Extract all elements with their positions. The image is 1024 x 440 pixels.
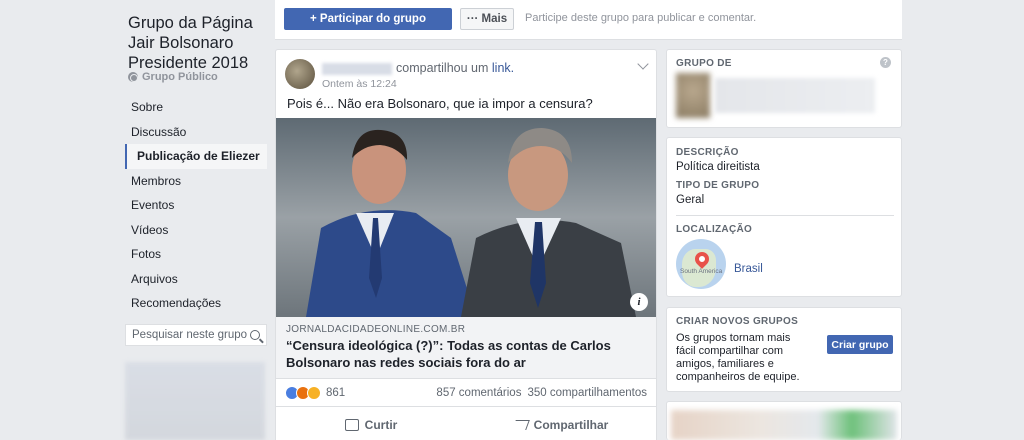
link-domain: JORNALDACIDADEONLINE.COM.BR <box>286 324 466 335</box>
description-value: Política direitista <box>676 161 760 173</box>
nav-item-membros[interactable]: Membros <box>125 169 267 194</box>
create-groups-label: CRIAR NOVOS GRUPOS <box>676 316 799 327</box>
like-button[interactable]: Curtir <box>276 407 466 440</box>
nav-item-discussao[interactable]: Discussão <box>125 120 267 145</box>
reaction-count: 861 <box>326 387 346 399</box>
chevron-down-icon[interactable] <box>637 58 649 70</box>
like-label: Curtir <box>364 418 398 432</box>
comments-count[interactable]: 857 comentários <box>436 387 521 399</box>
nav-item-videos[interactable]: Vídeos <box>125 218 267 243</box>
group-type-value: Geral <box>676 194 705 206</box>
description-label: DESCRIÇÃO <box>676 147 739 158</box>
link-preview-image[interactable]: i <box>276 118 656 317</box>
nav-item-recomendacoes[interactable]: Recomendações <box>125 291 267 316</box>
engagement-counts: 857 comentários 350 compartilhamentos <box>436 387 647 399</box>
link-preview[interactable]: JORNALDACIDADEONLINE.COM.BR “Censura ide… <box>276 317 656 379</box>
blurred-suggestions <box>671 410 897 440</box>
group-title[interactable]: Grupo da Página Jair Bolsonaro President… <box>128 13 278 73</box>
nav-item-eventos[interactable]: Eventos <box>125 193 267 218</box>
join-message: Participe deste grupo para publicar e co… <box>525 12 757 24</box>
location-link[interactable]: Brasil <box>734 263 763 275</box>
blurred-content <box>125 362 265 440</box>
location-label: LOCALIZAÇÃO <box>676 224 753 235</box>
share-arrow-icon <box>511 420 530 430</box>
photo-illustration <box>276 118 656 317</box>
divider <box>676 215 894 216</box>
nav-item-publicacao[interactable]: Publicação de Eliezer <box>125 144 267 169</box>
group-search-input[interactable]: Pesquisar neste grupo <box>125 324 267 346</box>
group-privacy: Grupo Público <box>128 71 218 83</box>
help-icon[interactable]: ? <box>880 57 891 68</box>
thumbs-up-icon <box>344 419 359 431</box>
post-actions: Curtir Compartilhar <box>276 407 656 440</box>
group-type-label: TIPO DE GRUPO <box>676 180 760 191</box>
create-group-button[interactable]: Criar grupo <box>827 335 893 354</box>
redacted-author-name <box>322 63 392 75</box>
feed-post: compartilhou um link. Ontem às 12:24 Poi… <box>275 49 657 440</box>
create-group-card: CRIAR NOVOS GRUPOS Os grupos tornam mais… <box>666 307 902 392</box>
map-label: South America <box>680 268 723 275</box>
reactions-summary[interactable]: 861 <box>285 386 345 400</box>
more-button[interactable]: ··· Mais <box>460 8 514 30</box>
suggested-content-card <box>666 401 902 440</box>
nav-item-fotos[interactable]: Fotos <box>125 242 267 267</box>
group-of-label: GRUPO DE <box>676 58 732 69</box>
group-nav: Sobre Discussão Publicação de Eliezer Me… <box>125 95 267 316</box>
post-header-text: compartilhou um link. <box>396 61 514 75</box>
search-icon[interactable] <box>250 330 260 340</box>
create-groups-text: Os grupos tornam mais fácil compartilhar… <box>676 332 800 383</box>
post-timestamp[interactable]: Ontem às 12:24 <box>322 78 397 90</box>
location-map[interactable]: South America <box>676 239 726 289</box>
blurred-owner-name <box>715 78 875 113</box>
join-group-button[interactable]: + Participar do grupo <box>284 8 452 30</box>
shared-text: compartilhou um <box>396 61 489 75</box>
post-stats: 861 857 comentários 350 compartilhamentos <box>276 379 656 407</box>
group-owner-card: GRUPO DE ? <box>666 49 902 128</box>
avatar[interactable] <box>285 59 315 89</box>
shares-count[interactable]: 350 compartilhamentos <box>527 387 647 399</box>
search-placeholder: Pesquisar neste grupo <box>132 329 248 341</box>
info-icon[interactable]: i <box>630 293 648 311</box>
blurred-owner-avatar <box>676 73 710 118</box>
nav-item-arquivos[interactable]: Arquivos <box>125 267 267 292</box>
group-action-bar: + Participar do grupo ··· Mais Participe… <box>275 0 902 40</box>
nav-item-sobre[interactable]: Sobre <box>125 95 267 120</box>
share-label: Compartilhar <box>533 418 609 432</box>
group-info-card: DESCRIÇÃO Política direitista TIPO DE GR… <box>666 137 902 297</box>
sad-reaction-icon <box>307 386 321 400</box>
group-privacy-label: Grupo Público <box>142 71 218 83</box>
globe-icon <box>128 72 138 82</box>
share-button[interactable]: Compartilhar <box>466 407 656 440</box>
post-text: Pois é... Não era Bolsonaro, que ia impo… <box>287 96 593 111</box>
shared-link[interactable]: link. <box>492 61 514 75</box>
link-headline[interactable]: “Censura ideológica (?)”: Todas as conta… <box>286 338 646 371</box>
